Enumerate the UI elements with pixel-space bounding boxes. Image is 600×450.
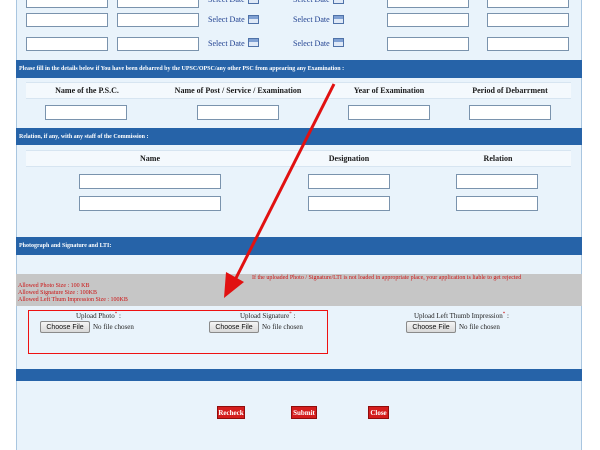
annotation-arrow-head	[224, 272, 244, 298]
annotation-arrow-shaft	[232, 83, 336, 283]
annotation-arrow	[224, 83, 336, 298]
